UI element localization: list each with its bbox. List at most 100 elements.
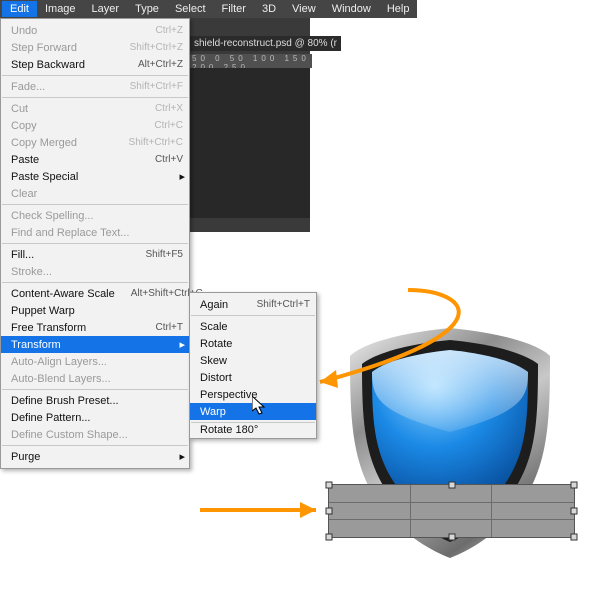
menu-item-label: Copy Merged (11, 137, 113, 149)
edit-menu-item-find-and-replace-text: Find and Replace Text... (1, 224, 189, 241)
edit-menu-item-paste[interactable]: Paste Ctrl+V (1, 151, 189, 168)
menu-item-label: Step Backward (11, 59, 122, 71)
menu-item-label: Check Spelling... (11, 210, 183, 222)
edit-menu-item-separator (2, 97, 188, 98)
transform-submenu-item-distort[interactable]: Distort (190, 369, 316, 386)
edit-menu-item-auto-blend-layers: Auto-Blend Layers... (1, 370, 189, 387)
edit-menu-item-content-aware-scale[interactable]: Content-Aware ScaleAlt+Shift+Ctrl+C (1, 285, 189, 302)
transform-submenu-item-skew[interactable]: Skew (190, 352, 316, 369)
edit-menu-item-separator (2, 243, 188, 244)
edit-menu-item-paste-special[interactable]: Paste Special▸ (1, 168, 189, 185)
menu-item-shortcut: Ctrl+C (154, 120, 183, 131)
menu-item-label: Paste Special (11, 171, 183, 183)
edit-menu-item-define-brush-preset[interactable]: Define Brush Preset... (1, 392, 189, 409)
menu-item-label: Again (200, 299, 241, 311)
menubar-item-edit[interactable]: Edit (2, 1, 37, 17)
menu-item-label: Stroke... (11, 266, 183, 278)
transform-submenu-item-warp[interactable]: Warp (190, 403, 316, 420)
menu-item-label: Warp (200, 406, 310, 418)
edit-menu-item-separator (2, 445, 188, 446)
edit-menu-item-undo: UndoCtrl+Z (1, 22, 189, 39)
menu-item-shortcut: Shift+Ctrl+C (129, 137, 183, 148)
menu-item-label: Free Transform (11, 322, 140, 334)
menu-item-shortcut: Shift+Ctrl+T (257, 299, 310, 310)
edit-menu-item-define-custom-shape: Define Custom Shape... (1, 426, 189, 443)
menubar-item-type[interactable]: Type (127, 1, 167, 17)
edit-menu-item-fill[interactable]: Fill... Shift+F5 (1, 246, 189, 263)
edit-menu-item-stroke: Stroke... (1, 263, 189, 280)
menu-item-label: Auto-Align Layers... (11, 356, 183, 368)
submenu-arrow-icon: ▸ (179, 338, 185, 351)
edit-menu-item-auto-align-layers: Auto-Align Layers... (1, 353, 189, 370)
transform-submenu-item-separator (191, 315, 315, 316)
submenu-arrow-icon: ▸ (179, 170, 185, 183)
transform-submenu-item-again[interactable]: Again Shift+Ctrl+T (190, 296, 316, 313)
menu-item-shortcut: Ctrl+X (155, 103, 183, 114)
menu-item-shortcut: Alt+Ctrl+Z (138, 59, 183, 70)
edit-menu-item-purge[interactable]: Purge▸ (1, 448, 189, 465)
menubar-item-image[interactable]: Image (37, 1, 84, 17)
menubar: EditImageLayerTypeSelectFilter3DViewWind… (0, 0, 417, 18)
edit-menu-item-step-forward: Step Forward Shift+Ctrl+Z (1, 39, 189, 56)
menu-item-label: Fill... (11, 249, 129, 261)
edit-menu-item-puppet-warp[interactable]: Puppet Warp (1, 302, 189, 319)
transform-submenu-item-separator (191, 422, 315, 423)
menubar-item-select[interactable]: Select (167, 1, 214, 17)
menu-item-label: Define Custom Shape... (11, 429, 183, 441)
edit-menu-item-fade: Fade...Shift+Ctrl+F (1, 78, 189, 95)
transform-submenu-item-scale[interactable]: Scale (190, 318, 316, 335)
menu-item-label: Step Forward (11, 42, 114, 54)
edit-menu-item-transform[interactable]: Transform▸ (1, 336, 189, 353)
menu-item-label: Copy (11, 120, 138, 132)
horizontal-ruler: 50 0 50 100 150 200 250 (190, 54, 312, 68)
document-tab[interactable]: shield-reconstruct.psd @ 80% (r (190, 36, 341, 51)
edit-menu: UndoCtrl+Z Step Forward Shift+Ctrl+Z Step B… (0, 18, 190, 469)
menu-item-label: Paste (11, 154, 139, 166)
edit-menu-item-clear: Clear (1, 185, 189, 202)
menubar-item-window[interactable]: Window (324, 1, 379, 17)
edit-menu-item-cut: Cut Ctrl+X (1, 100, 189, 117)
menu-item-label: Find and Replace Text... (11, 227, 183, 239)
menu-item-label: Undo (11, 25, 140, 37)
transform-submenu: Again Shift+Ctrl+T Scale Rotate Skew Distort P… (189, 292, 317, 439)
edit-menu-item-copy: Copy Ctrl+C (1, 117, 189, 134)
menu-item-label: Cut (11, 103, 139, 115)
transform-submenu-item-rotate-180[interactable]: Rotate 180° (190, 425, 316, 435)
menu-item-label: Content-Aware Scale (11, 288, 115, 300)
menu-item-label: Clear (11, 188, 183, 200)
menu-item-label: Scale (200, 321, 310, 333)
menubar-item-help[interactable]: Help (379, 1, 418, 17)
menu-item-shortcut: Shift+Ctrl+F (130, 81, 183, 92)
submenu-arrow-icon: ▸ (179, 450, 185, 463)
menu-item-label: Auto-Blend Layers... (11, 373, 183, 385)
edit-menu-item-copy-merged: Copy Merged Shift+Ctrl+C (1, 134, 189, 151)
edit-menu-item-free-transform[interactable]: Free Transform Ctrl+T (1, 319, 189, 336)
menu-item-shortcut: Shift+F5 (145, 249, 183, 260)
canvas-area[interactable] (190, 68, 310, 218)
menu-item-label: Perspective (200, 389, 310, 401)
menu-item-label: Skew (200, 355, 310, 367)
edit-menu-item-separator (2, 282, 188, 283)
transform-submenu-item-perspective[interactable]: Perspective (190, 386, 316, 403)
menu-item-label: Purge (11, 451, 183, 463)
menu-item-label: Puppet Warp (11, 305, 183, 317)
menu-item-label: Rotate (200, 338, 310, 350)
menu-item-shortcut: Ctrl+V (155, 154, 183, 165)
menu-item-label: Distort (200, 372, 310, 384)
menu-item-shortcut: Shift+Ctrl+Z (130, 42, 183, 53)
edit-menu-item-separator (2, 204, 188, 205)
menu-item-label: Define Brush Preset... (11, 395, 183, 407)
edit-menu-item-define-pattern[interactable]: Define Pattern... (1, 409, 189, 426)
transform-submenu-item-rotate[interactable]: Rotate (190, 335, 316, 352)
menubar-item-view[interactable]: View (284, 1, 324, 17)
menu-item-label: Define Pattern... (11, 412, 183, 424)
edit-menu-item-check-spelling: Check Spelling... (1, 207, 189, 224)
edit-menu-item-separator (2, 389, 188, 390)
edit-menu-item-step-backward[interactable]: Step Backward Alt+Ctrl+Z (1, 56, 189, 73)
menubar-item-filter[interactable]: Filter (214, 1, 254, 17)
menu-item-label: Transform (11, 339, 183, 351)
transform-bounding-box[interactable] (328, 484, 575, 538)
menubar-item-layer[interactable]: Layer (84, 1, 128, 17)
menubar-item-3d[interactable]: 3D (254, 1, 284, 17)
menu-item-shortcut: Ctrl+T (156, 322, 184, 333)
